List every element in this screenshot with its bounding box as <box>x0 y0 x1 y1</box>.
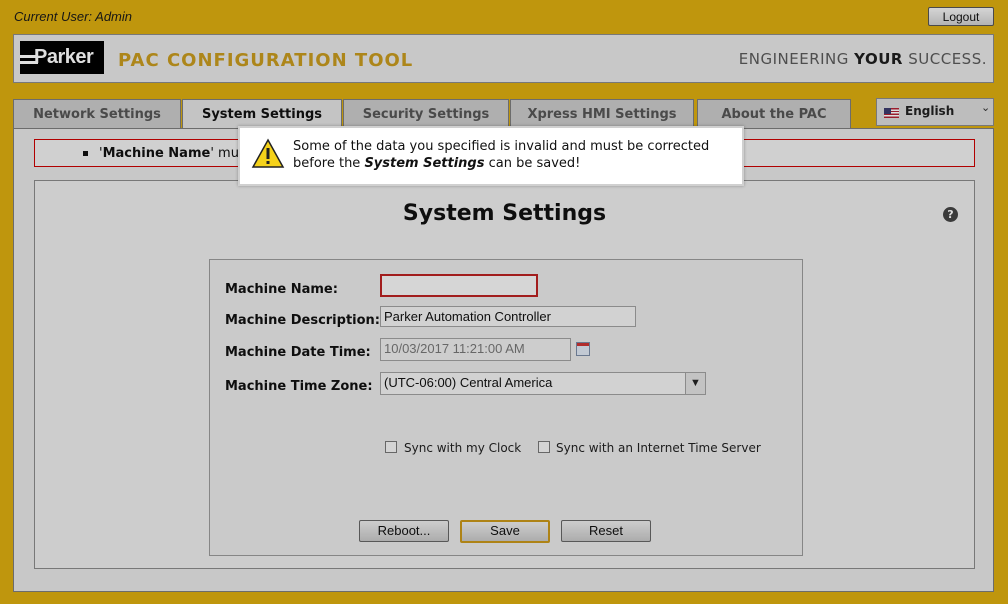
alert-line-2-post: can be saved! <box>484 156 581 171</box>
alert-message: Some of the data you specified is invali… <box>293 138 733 172</box>
validation-alert-dialog: Some of the data you specified is invali… <box>238 126 744 186</box>
page: Current User: Admin Logout Parker PAC CO… <box>0 0 1008 604</box>
alert-line-2-bold: System Settings <box>364 156 485 171</box>
alert-line-2-pre: before the <box>293 156 365 171</box>
warning-icon <box>251 138 285 168</box>
alert-line-2: before the System Settings can be saved! <box>293 155 733 172</box>
modal-overlay <box>0 0 1008 604</box>
alert-line-1: Some of the data you specified is invali… <box>293 139 710 154</box>
